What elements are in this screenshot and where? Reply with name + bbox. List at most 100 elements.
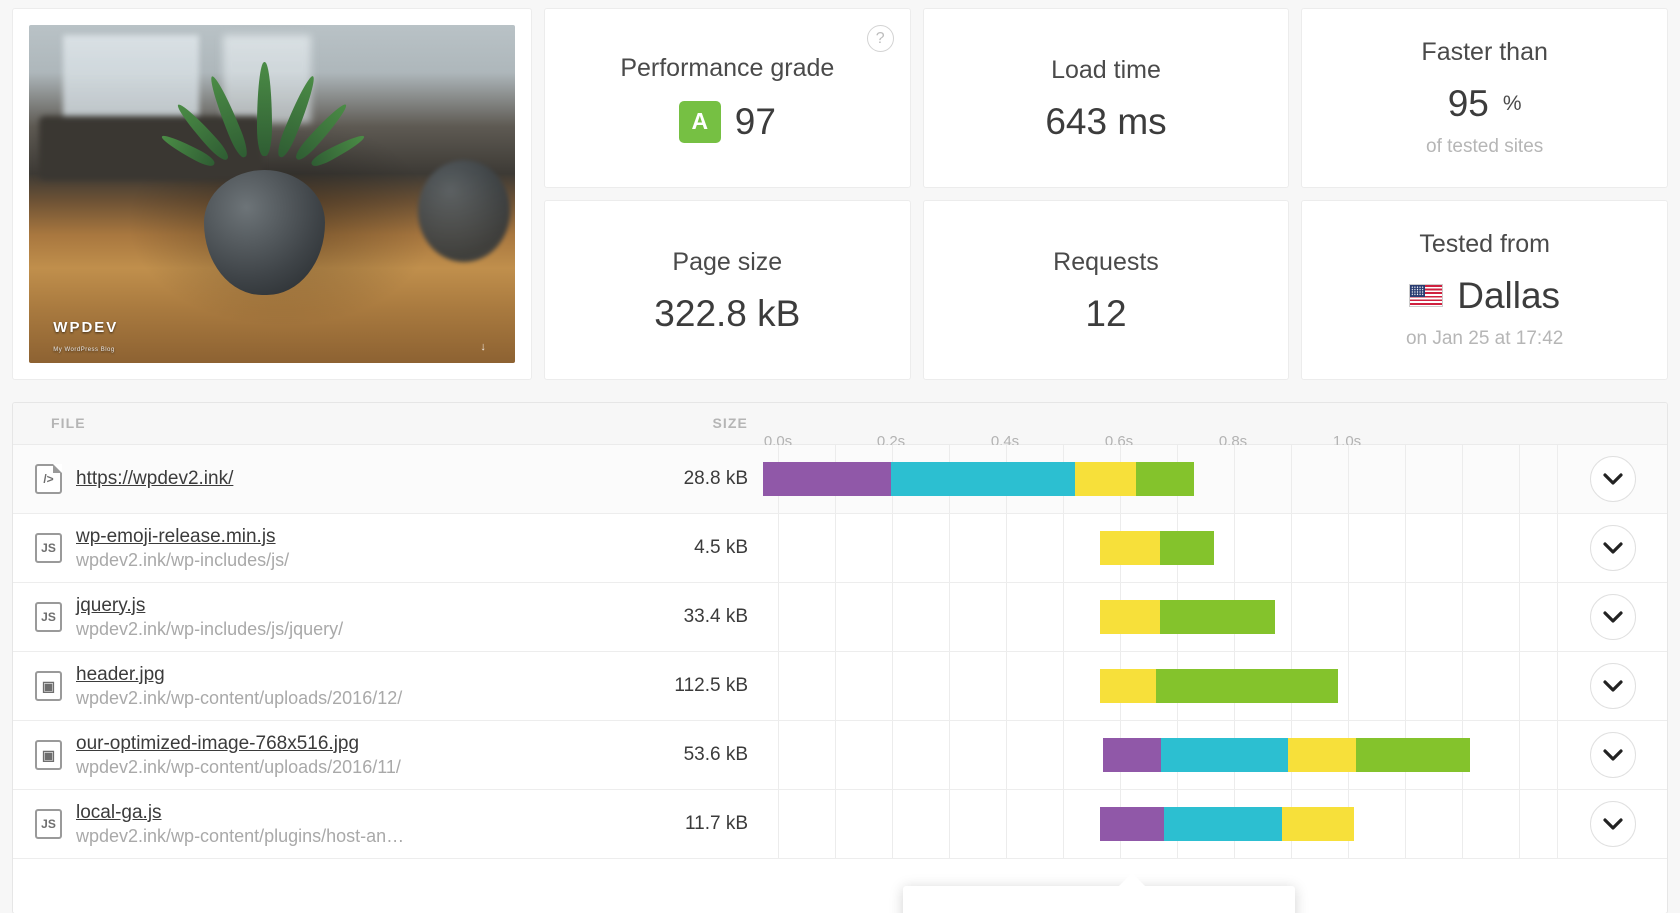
cell-expand <box>1557 583 1667 651</box>
grade-score: 97 <box>734 101 776 142</box>
file-icon-glyph: JS <box>41 817 56 831</box>
header-cell-size: SIZE <box>613 415 748 433</box>
waterfall-bar[interactable] <box>1100 531 1214 565</box>
bar-segment-ssl[interactable] <box>763 462 891 496</box>
bar-segment-wait[interactable] <box>1288 738 1356 772</box>
file-name-link[interactable]: header.jpg <box>76 664 402 686</box>
bar-segment-receive[interactable] <box>1356 738 1470 772</box>
file-icon-glyph: JS <box>41 541 56 555</box>
chevron-down-icon <box>1602 610 1623 623</box>
expand-row-button[interactable] <box>1589 594 1636 640</box>
cell-expand <box>1557 514 1667 582</box>
bar-segment-wait[interactable] <box>1075 462 1136 496</box>
chevron-down-icon <box>1602 679 1623 692</box>
table-row: JS jquery.js wpdev2.ink/wp-includes/js/jqu… <box>13 583 1667 652</box>
test-location: Dallas <box>1457 275 1561 316</box>
bar-segment-wait[interactable] <box>1100 669 1156 703</box>
bar-segment-connect[interactable] <box>1164 807 1282 841</box>
cell-expand <box>1557 445 1667 513</box>
file-icon-glyph: ▣ <box>41 747 56 763</box>
expand-row-button[interactable] <box>1589 456 1636 502</box>
cell-file: JS wp-emoji-release.min.js wpdev2.ink/wp-i… <box>13 514 613 582</box>
cell-file: /> https://wpdev2.ink/ <box>13 445 613 513</box>
metric-card-requests: Requests 12 <box>922 200 1290 380</box>
us-flag-icon <box>1409 284 1444 307</box>
bar-segment-ssl[interactable] <box>1100 807 1164 841</box>
file-meta: local-ga.js wpdev2.ink/wp-content/plugins… <box>76 802 404 847</box>
js-file-icon: JS <box>35 809 62 839</box>
image-file-icon: ▣ <box>35 671 62 701</box>
cell-timeline <box>748 790 1557 858</box>
bar-segment-wait[interactable] <box>1282 807 1354 841</box>
bar-segment-wait[interactable] <box>1100 600 1160 634</box>
cell-file: JS local-ga.js wpdev2.ink/wp-content/plugi… <box>13 790 613 858</box>
bar-segment-ssl[interactable] <box>1103 738 1161 772</box>
tooltip-entries: DNS0 msSSL119 msConnect171 msSend0 msWai… <box>931 908 1267 913</box>
cell-size: 33.4 kB <box>683 606 748 627</box>
file-name-link[interactable]: wp-emoji-release.min.js <box>76 526 289 548</box>
chevron-down-icon <box>1602 817 1623 830</box>
file-name-link[interactable]: jquery.js <box>76 595 343 617</box>
expand-row-button[interactable] <box>1589 525 1636 571</box>
chevron-down-icon <box>1602 472 1623 485</box>
metric-card-tested-from: Tested from Dallas on Jan 25 at 17:42 <box>1301 200 1668 380</box>
waterfall-bar[interactable] <box>1100 807 1354 841</box>
cell-size: 11.7 kB <box>684 813 748 834</box>
site-screenshot: WPDEV My WordPress Blog ↓ <box>29 25 515 363</box>
table-header-row: FILE SIZE 0.0s 0.2s 0.4s 0.6s 0.8s 1.0s <box>13 403 1667 466</box>
bar-segment-receive[interactable] <box>1160 600 1275 634</box>
table-row: /> https://wpdev2.ink/28.8 kB <box>13 445 1667 514</box>
cell-timeline <box>748 583 1557 651</box>
cell-size: 4.5 kB <box>694 537 748 558</box>
expand-row-button[interactable] <box>1589 663 1636 709</box>
file-name-link[interactable]: https://wpdev2.ink/ <box>76 468 233 490</box>
file-name-link[interactable]: our-optimized-image-768x516.jpg <box>76 733 401 755</box>
metric-subtitle: on Jan 25 at 17:42 <box>1405 328 1564 349</box>
expand-row-button[interactable] <box>1589 801 1636 847</box>
bar-segment-receive[interactable] <box>1160 531 1214 565</box>
waterfall-table: FILE SIZE 0.0s 0.2s 0.4s 0.6s 0.8s 1.0s /> htt… <box>12 402 1668 913</box>
file-path: wpdev2.ink/wp-content/uploads/2016/11/ <box>76 756 401 777</box>
file-meta: our-optimized-image-768x516.jpg wpdev2.in… <box>76 733 401 778</box>
file-path: wpdev2.ink/wp-content/plugins/host-an… <box>76 825 405 846</box>
bar-segment-wait[interactable] <box>1100 531 1160 565</box>
waterfall-bar[interactable] <box>1100 600 1275 634</box>
js-file-icon: JS <box>35 533 62 563</box>
file-path: wpdev2.ink/wp-includes/js/jquery/ <box>76 618 344 639</box>
image-file-icon: ▣ <box>35 740 62 770</box>
cell-file: ▣ our-optimized-image-768x516.jpg wpdev2.i… <box>13 721 613 789</box>
header-label-file: FILE <box>51 414 86 431</box>
metric-card-load-time: Load time 643 ms <box>922 8 1290 188</box>
waterfall-bar[interactable] <box>1103 738 1470 772</box>
bar-segment-receive[interactable] <box>1136 462 1194 496</box>
metric-title: Performance grade <box>620 53 835 82</box>
site-thumbnail-card: WPDEV My WordPress Blog ↓ <box>12 8 532 380</box>
metric-title: Load time <box>1051 56 1161 84</box>
tooltip-entry: DNS0 ms <box>931 908 1267 913</box>
request-timing-tooltip: DNS0 msSSL119 msConnect171 msSend0 msWai… <box>903 873 1295 913</box>
bar-segment-connect[interactable] <box>891 462 1075 496</box>
help-icon[interactable]: ? <box>866 25 894 52</box>
waterfall-bar[interactable] <box>763 462 1194 496</box>
cell-file: JS jquery.js wpdev2.ink/wp-includes/js/jqu… <box>13 583 613 651</box>
expand-row-button[interactable] <box>1589 732 1636 778</box>
bar-segment-connect[interactable] <box>1161 738 1288 772</box>
cell-timeline <box>748 721 1557 789</box>
table-row: JS wp-emoji-release.min.js wpdev2.ink/wp-i… <box>13 514 1667 583</box>
file-icon-glyph: ▣ <box>41 678 56 694</box>
metric-card-page-size: Page size 322.8 kB <box>544 200 911 380</box>
metric-value: 95 % <box>1448 85 1522 122</box>
table-row: ▣ our-optimized-image-768x516.jpg wpdev2.i… <box>13 721 1667 790</box>
file-name-link[interactable]: local-ga.js <box>76 802 404 824</box>
metric-value: 643 ms <box>1045 101 1167 142</box>
waterfall-bar[interactable] <box>1100 669 1338 703</box>
scroll-down-icon: ↓ <box>480 340 486 353</box>
header-cell-file: FILE <box>13 415 613 433</box>
cell-size: 28.8 kB <box>683 468 748 489</box>
metric-title: Faster than <box>1421 38 1548 66</box>
metric-value: 12 <box>1085 293 1127 334</box>
percent-unit: % <box>1502 92 1522 115</box>
summary-section: WPDEV My WordPress Blog ↓ ? Performance … <box>0 0 1680 390</box>
chevron-down-icon <box>1602 541 1623 554</box>
bar-segment-receive[interactable] <box>1156 669 1338 703</box>
